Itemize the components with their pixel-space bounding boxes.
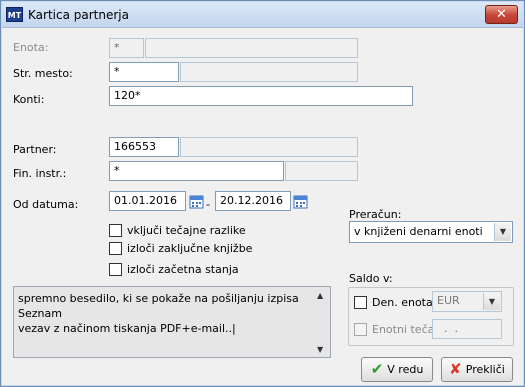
scroll-down-icon[interactable]: ▼ [317, 345, 323, 354]
ok-label: V redu [387, 363, 424, 376]
checkbox-box[interactable] [354, 322, 367, 336]
date-to-field[interactable]: 20.12.2016 [215, 191, 291, 211]
note-textarea[interactable]: spremno besedilo, ki se pokaže na pošilj… [13, 286, 331, 358]
saldo-label: Saldo v: [349, 272, 393, 285]
chevron-down-icon[interactable]: ▼ [483, 293, 500, 310]
cross-icon: ✘ [449, 360, 462, 378]
date-from-field[interactable]: 01.01.2016 [109, 191, 186, 211]
enotni-tecaj-field[interactable]: . . [432, 319, 502, 339]
den-enota-label: Den. enota: [372, 295, 437, 309]
partner-code-field[interactable]: 166553 [109, 137, 179, 157]
cancel-button[interactable]: ✘ Prekliči [441, 357, 513, 382]
str-mesto-description-field [180, 62, 358, 82]
den-enota-value: EUR [437, 294, 460, 307]
izloci-zacetna-checkbox[interactable]: izloči začetna stanja [109, 261, 239, 277]
checkbox-box[interactable] [109, 241, 122, 255]
partner-description-field [180, 137, 358, 157]
checkbox-box[interactable] [109, 223, 122, 237]
fin-instr-code-field[interactable]: * [109, 161, 284, 181]
checkbox-box[interactable] [354, 295, 367, 309]
preracun-select[interactable]: v knjiženi denarni enoti ▼ [349, 221, 513, 243]
ok-button[interactable]: ✔ V redu [361, 357, 433, 382]
vkljuci-tecajne-label: vključi tečajne razlike [127, 223, 246, 237]
fin-instr-description-field [285, 161, 358, 181]
scroll-up-icon[interactable]: ▲ [317, 291, 323, 300]
izloci-zacetna-label: izloči začetna stanja [127, 262, 239, 276]
title-bar[interactable]: MT Kartica partnerja ✕ [2, 2, 523, 28]
enotni-tecaj-label: Enotni tečaj: [372, 322, 442, 336]
calendar-to-icon[interactable] [293, 193, 309, 209]
check-icon: ✔ [370, 360, 384, 378]
app-logo-icon: MT [6, 7, 23, 22]
enota-label: Enota: [13, 41, 49, 54]
preracun-selected: v knjiženi denarni enoti [354, 225, 483, 238]
den-enota-select[interactable]: EUR ▼ [432, 291, 502, 312]
vkljuci-tecajne-checkbox[interactable]: vključi tečajne razlike [109, 222, 246, 238]
konti-field[interactable]: 120* [109, 86, 413, 106]
window-title: Kartica partnerja [28, 8, 129, 22]
close-button[interactable]: ✕ [485, 5, 518, 24]
fin-instr-label: Fin. instr.: [13, 167, 67, 180]
checkbox-box[interactable] [109, 262, 122, 276]
den-enota-checkbox[interactable]: Den. enota: [354, 294, 436, 310]
str-mesto-code-field[interactable]: * [109, 62, 179, 82]
dialog-window: MT Kartica partnerja ✕ Enota: * Str. mes… [0, 0, 525, 387]
chevron-down-icon[interactable]: ▼ [494, 223, 511, 241]
date-separator: - [206, 198, 210, 211]
preracun-label: Preračun: [349, 208, 402, 221]
partner-label: Partner: [13, 143, 57, 156]
od-datuma-label: Od datuma: [13, 198, 79, 211]
note-text: spremno besedilo, ki se pokaže na pošilj… [18, 292, 299, 335]
konti-label: Konti: [13, 93, 45, 106]
enota-description-field [145, 38, 358, 58]
izloci-zakljucne-label: izloči zaključne knjižbe [127, 241, 253, 255]
cancel-label: Prekliči [465, 363, 505, 376]
str-mesto-label: Str. mesto: [13, 67, 73, 80]
izloci-zakljucne-checkbox[interactable]: izloči zaključne knjižbe [109, 240, 252, 256]
note-scrollbar[interactable]: ▲ ▼ [313, 287, 330, 357]
enota-code-field[interactable]: * [109, 38, 144, 58]
enotni-tecaj-checkbox[interactable]: Enotni tečaj: [354, 321, 441, 337]
calendar-from-icon[interactable] [189, 193, 205, 209]
